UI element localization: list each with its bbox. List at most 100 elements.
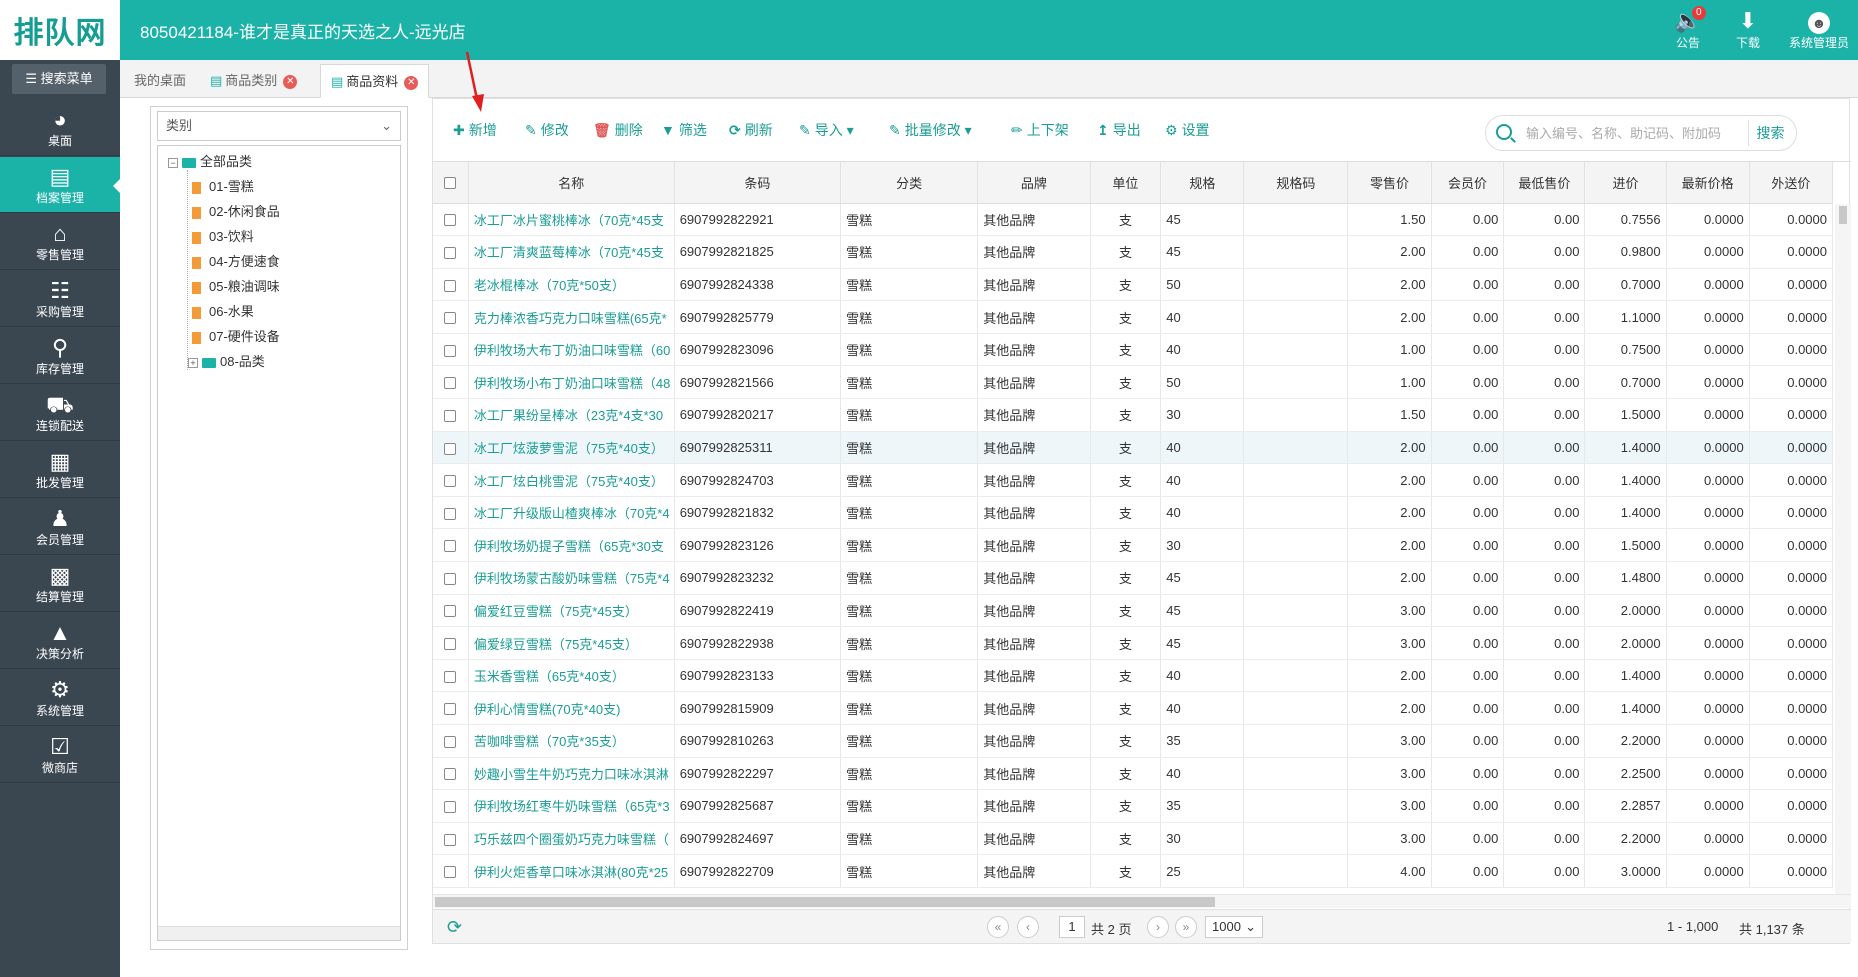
column-header[interactable]: 名称: [468, 162, 675, 204]
column-header[interactable]: 条码: [674, 162, 842, 204]
row-checkbox-cell[interactable]: [433, 854, 469, 888]
table-row[interactable]: 伊利牧场大布丁奶油口味雪糕（60 6907992823096 雪糕 其他品牌支 40 1.…: [433, 333, 1834, 367]
user-menu[interactable]: ☻ 系统管理员: [1780, 8, 1858, 56]
add-button[interactable]: ✚ 新增: [453, 120, 497, 140]
table-row[interactable]: 冰工厂升级版山楂爽棒冰（70克*4 6907992821832 雪糕 其他品牌支 40 2…: [433, 496, 1834, 530]
row-checkbox-cell[interactable]: [433, 594, 469, 628]
table-cell[interactable]: 伊利牧场小布丁奶油口味雪糕（48: [468, 365, 675, 400]
tree-node-category[interactable]: 04-方便速食: [192, 250, 280, 274]
table-cell[interactable]: 伊利心情雪糕(70克*40支): [468, 691, 675, 725]
checkbox[interactable]: [444, 833, 457, 846]
search-button[interactable]: 搜索: [1748, 120, 1792, 146]
batch-edit-button[interactable]: ✎ 批量修改 ▾: [889, 120, 972, 140]
table-cell[interactable]: 冰工厂炫菠萝雪泥（75克*40支）: [468, 431, 675, 465]
column-header[interactable]: 最低售价: [1503, 162, 1586, 204]
row-checkbox-cell[interactable]: [433, 431, 469, 465]
row-checkbox-cell[interactable]: [433, 528, 469, 563]
checkbox[interactable]: [444, 540, 457, 553]
row-checkbox-cell[interactable]: [433, 724, 469, 758]
table-cell[interactable]: 苦咖啡雪糕（70克*35支）: [468, 724, 675, 758]
select-all-checkbox[interactable]: [433, 162, 469, 204]
export-button[interactable]: ↥ 导出: [1097, 120, 1141, 140]
table-row[interactable]: 玉米香雪糕（65克*40支） 6907992823133 雪糕 其他品牌支 40 2.00…: [433, 659, 1834, 693]
row-checkbox-cell[interactable]: [433, 822, 469, 856]
table-row[interactable]: 偏爱红豆雪糕（75克*45支） 6907992822419 雪糕 其他品牌支 45 3.0…: [433, 594, 1834, 628]
row-checkbox-cell[interactable]: [433, 333, 469, 367]
checkbox[interactable]: [444, 214, 457, 227]
sidebar-item-system[interactable]: ⚙ 系统管理: [0, 670, 120, 726]
row-checkbox-cell[interactable]: [433, 463, 469, 497]
scrollbar-thumb[interactable]: [1839, 206, 1847, 224]
settings-button[interactable]: ⚙ 设置: [1165, 120, 1210, 140]
table-cell[interactable]: 伊利火炬香草口味冰淇淋(80克*25: [468, 854, 675, 888]
column-header[interactable]: 会员价: [1431, 162, 1505, 204]
brand-logo[interactable]: 排队网: [0, 0, 120, 60]
table-cell[interactable]: 伊利牧场红枣牛奶味雪糕（65克*3: [468, 789, 675, 823]
search-input[interactable]: [1526, 123, 1741, 143]
expand-icon[interactable]: +: [188, 357, 198, 368]
row-checkbox-cell[interactable]: [433, 789, 469, 823]
row-checkbox-cell[interactable]: [433, 398, 469, 432]
row-checkbox-cell[interactable]: [433, 561, 469, 595]
table-row[interactable]: 妙趣小雪生牛奶巧克力口味冰淇淋 6907992822297 雪糕 其他品牌支 40 3.0…: [433, 757, 1834, 791]
table-row[interactable]: 冰工厂炫白桃雪泥（75克*40支） 6907992824703 雪糕 其他品牌支 40 2…: [433, 463, 1834, 497]
table-row[interactable]: 冰工厂冰片蜜桃棒冰（70克*45支 6907992822921 雪糕 其他品牌支 45 1…: [433, 203, 1834, 237]
page-size-select[interactable]: 1000 ⌄: [1205, 916, 1263, 938]
sidebar-item-archive[interactable]: ▤ 档案管理: [0, 157, 120, 213]
column-header[interactable]: 零售价: [1347, 162, 1432, 204]
table-row[interactable]: 冰工厂炫菠萝雪泥（75克*40支） 6907992825311 雪糕 其他品牌支 40 2…: [433, 431, 1834, 465]
row-checkbox-cell[interactable]: [433, 659, 469, 693]
tree-node-category[interactable]: +08-品类: [188, 350, 265, 374]
table-row[interactable]: 伊利牧场奶提子雪糕（65克*30支 6907992823126 雪糕 其他品牌支 30 2…: [433, 528, 1834, 563]
table-cell[interactable]: 妙趣小雪生牛奶巧克力口味冰淇淋: [468, 757, 675, 791]
table-cell[interactable]: 老冰棍棒冰（70克*50支）: [468, 268, 675, 302]
next-page-button[interactable]: ›: [1147, 916, 1169, 938]
row-checkbox-cell[interactable]: [433, 235, 469, 269]
table-cell[interactable]: 克力棒浓香巧克力口味雪糕(65克*: [468, 300, 675, 334]
checkbox[interactable]: [444, 442, 457, 455]
column-header[interactable]: 进价: [1584, 162, 1667, 204]
checkbox[interactable]: [444, 801, 457, 814]
row-checkbox-cell[interactable]: [433, 300, 469, 334]
table-row[interactable]: 伊利牧场蒙古酸奶味雪糕（75克*4 6907992823232 雪糕 其他品牌支 45 2…: [433, 561, 1834, 595]
table-cell[interactable]: 冰工厂果纷呈棒冰（23克*4支*30: [468, 398, 675, 432]
column-header[interactable]: 规格码: [1243, 162, 1349, 204]
table-cell[interactable]: 伊利牧场大布丁奶油口味雪糕（60: [468, 333, 675, 367]
checkbox[interactable]: [444, 605, 457, 618]
column-header[interactable]: 单位: [1090, 162, 1162, 204]
table-row[interactable]: 伊利牧场小布丁奶油口味雪糕（48 6907992821566 雪糕 其他品牌支 50 1.…: [433, 365, 1834, 400]
table-cell[interactable]: 冰工厂升级版山楂爽棒冰（70克*4: [468, 496, 675, 530]
checkbox[interactable]: [444, 475, 457, 488]
table-row[interactable]: 伊利火炬香草口味冰淇淋(80克*25 6907992822709 雪糕 其他品牌支 25…: [433, 854, 1834, 888]
checkbox[interactable]: [444, 246, 457, 259]
table-row[interactable]: 苦咖啡雪糕（70克*35支） 6907992810263 雪糕 其他品牌支 35 3.00…: [433, 724, 1834, 758]
last-page-button[interactable]: »: [1175, 916, 1197, 938]
filter-button[interactable]: ▼ 筛选: [661, 120, 707, 140]
table-row[interactable]: 偏爱绿豆雪糕（75克*45支） 6907992822938 雪糕 其他品牌支 45 3.0…: [433, 626, 1834, 660]
table-cell[interactable]: 伊利牧场奶提子雪糕（65克*30支: [468, 528, 675, 563]
scrollbar-thumb[interactable]: [435, 897, 1215, 907]
row-checkbox-cell[interactable]: [433, 203, 469, 237]
delete-button[interactable]: 🗑 删除: [593, 120, 643, 140]
sidebar-item-delivery[interactable]: ⛟ 连锁配送: [0, 385, 120, 441]
shelf-button[interactable]: ✏ 上下架: [1011, 120, 1069, 140]
table-row[interactable]: 冰工厂清爽蓝莓棒冰（70克*45支 6907992821825 雪糕 其他品牌支 45 2…: [433, 235, 1834, 269]
column-header[interactable]: 规格: [1160, 162, 1245, 204]
table-row[interactable]: 伊利心情雪糕(70克*40支) 6907992815909 雪糕 其他品牌支 40 2.0…: [433, 691, 1834, 725]
sidebar-item-member[interactable]: ♟ 会员管理: [0, 499, 120, 555]
checkbox[interactable]: [444, 572, 457, 585]
row-checkbox-cell[interactable]: [433, 691, 469, 725]
column-header[interactable]: 最新价格: [1666, 162, 1750, 204]
tab-my-desktop[interactable]: 我的桌面: [124, 64, 196, 98]
checkbox[interactable]: [444, 670, 457, 683]
vertical-scrollbar[interactable]: [1835, 204, 1851, 894]
table-row[interactable]: 伊利牧场红枣牛奶味雪糕（65克*3 6907992825687 雪糕 其他品牌支 35 3…: [433, 789, 1834, 823]
table-cell[interactable]: 玉米香雪糕（65克*40支）: [468, 659, 675, 693]
announcement-button[interactable]: 🔈 0 公告: [1658, 6, 1718, 56]
row-checkbox-cell[interactable]: [433, 496, 469, 530]
checkbox[interactable]: [444, 409, 457, 422]
checkbox[interactable]: [444, 344, 457, 357]
checkbox[interactable]: [444, 703, 457, 716]
tree-node-root[interactable]: − 全部品类: [168, 150, 252, 174]
table-row[interactable]: 巧乐兹四个圈蛋奶巧克力味雪糕（ 6907992824697 雪糕 其他品牌支 30 3.0…: [433, 822, 1834, 856]
